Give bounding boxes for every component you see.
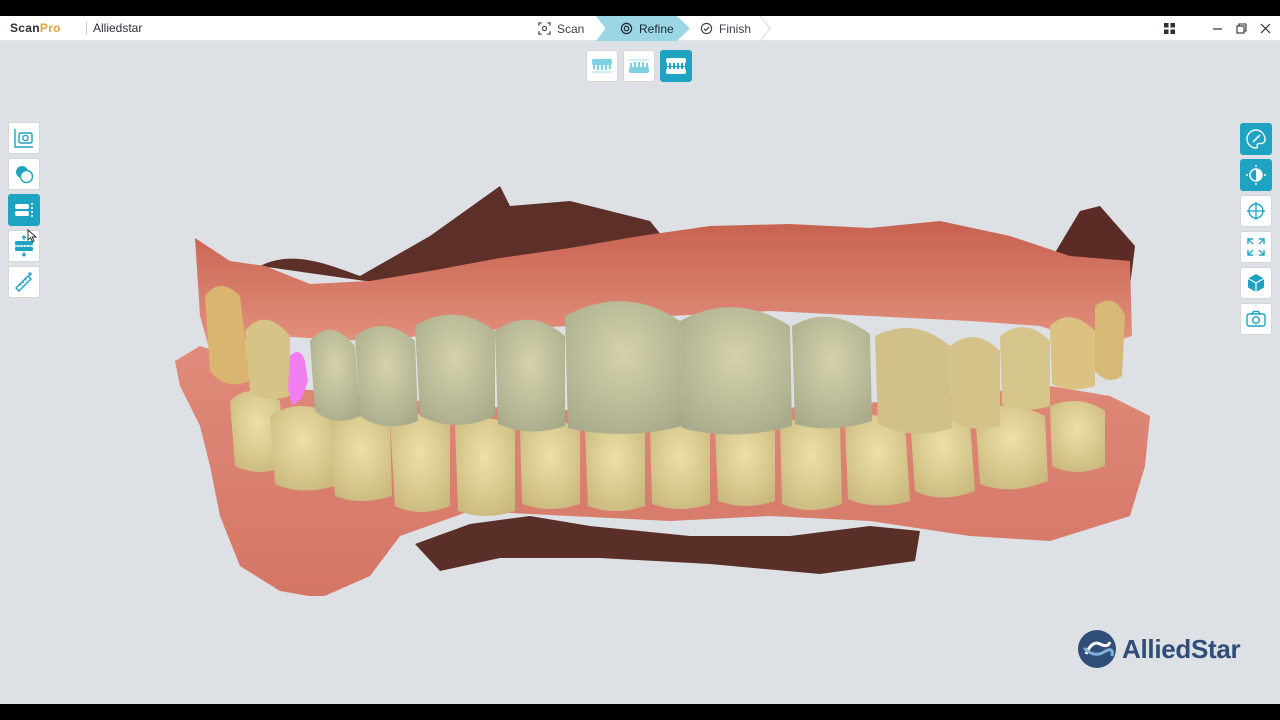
fit-view-icon [1247, 238, 1265, 256]
left-toolbar [8, 122, 40, 298]
snapshot-tool[interactable] [8, 122, 40, 154]
step-scan-label: Scan [557, 21, 585, 36]
grid-icon[interactable] [1158, 16, 1180, 41]
app-window: ScanPro Alliedstar Scan Refine Finish Al… [0, 16, 1280, 704]
bite-tool[interactable] [8, 194, 40, 226]
both-jaws-button[interactable] [660, 50, 692, 82]
upper-jaw-button[interactable] [586, 50, 618, 82]
overlap-circles-icon [16, 166, 34, 184]
lower-jaw-button[interactable] [623, 50, 655, 82]
letterbox-bottom [0, 704, 1280, 720]
texture-palette-icon [1246, 129, 1266, 149]
alliedstar-watermark: AlliedStar [1076, 628, 1241, 670]
measure-ruler-icon [15, 272, 32, 292]
camera-icon [1246, 310, 1266, 327]
title-bar: ScanPro Alliedstar Scan Refine Finish [0, 16, 1280, 41]
brand-name: Alliedstar [93, 21, 143, 35]
both-jaws-icon [666, 58, 686, 74]
right-toolbar [1240, 123, 1272, 335]
fit-view-tool[interactable] [1240, 231, 1272, 263]
watermark-text: AlliedStar [1122, 633, 1241, 664]
mouse-cursor-icon [27, 229, 37, 243]
upper-jaw-icon [592, 59, 612, 73]
bite-icon [15, 203, 33, 217]
alliedstar-logo-icon [1078, 630, 1116, 668]
minimize-icon[interactable] [1206, 16, 1228, 41]
dental-scan-model[interactable] [170, 166, 1160, 596]
restore-icon[interactable] [1230, 16, 1252, 41]
measure-tool[interactable] [8, 266, 40, 298]
screenshot-tool[interactable] [1240, 303, 1272, 335]
app-logo: ScanPro [10, 21, 61, 35]
target-icon [620, 22, 633, 35]
letterbox-top [0, 0, 1280, 16]
step-scan[interactable]: Scan [538, 16, 584, 41]
overlap-tool[interactable] [8, 158, 40, 190]
title-separator [86, 22, 87, 35]
jaw-selector [586, 50, 692, 82]
crosshair-icon [1247, 202, 1265, 220]
check-circle-icon [700, 22, 713, 35]
cube-view-icon [1247, 274, 1265, 292]
contrast-icon [1246, 165, 1266, 185]
workflow-steps: Scan Refine Finish [526, 16, 776, 41]
snapshot-icon [14, 129, 33, 148]
step-refine-label: Refine [639, 21, 674, 36]
palate-shadow-lower [415, 516, 920, 574]
step-finish-label: Finish [719, 21, 752, 36]
step-refine[interactable]: Refine [596, 16, 690, 41]
cube-view-tool[interactable] [1240, 267, 1272, 299]
texture-tool[interactable] [1240, 123, 1272, 155]
lower-jaw-icon [629, 59, 649, 73]
step-end-chevron [759, 16, 771, 41]
close-icon[interactable] [1254, 16, 1276, 41]
contrast-tool[interactable] [1240, 159, 1272, 191]
step-finish[interactable]: Finish [700, 16, 751, 41]
center-view-tool[interactable] [1240, 195, 1272, 227]
scan-frame-icon [538, 22, 551, 35]
